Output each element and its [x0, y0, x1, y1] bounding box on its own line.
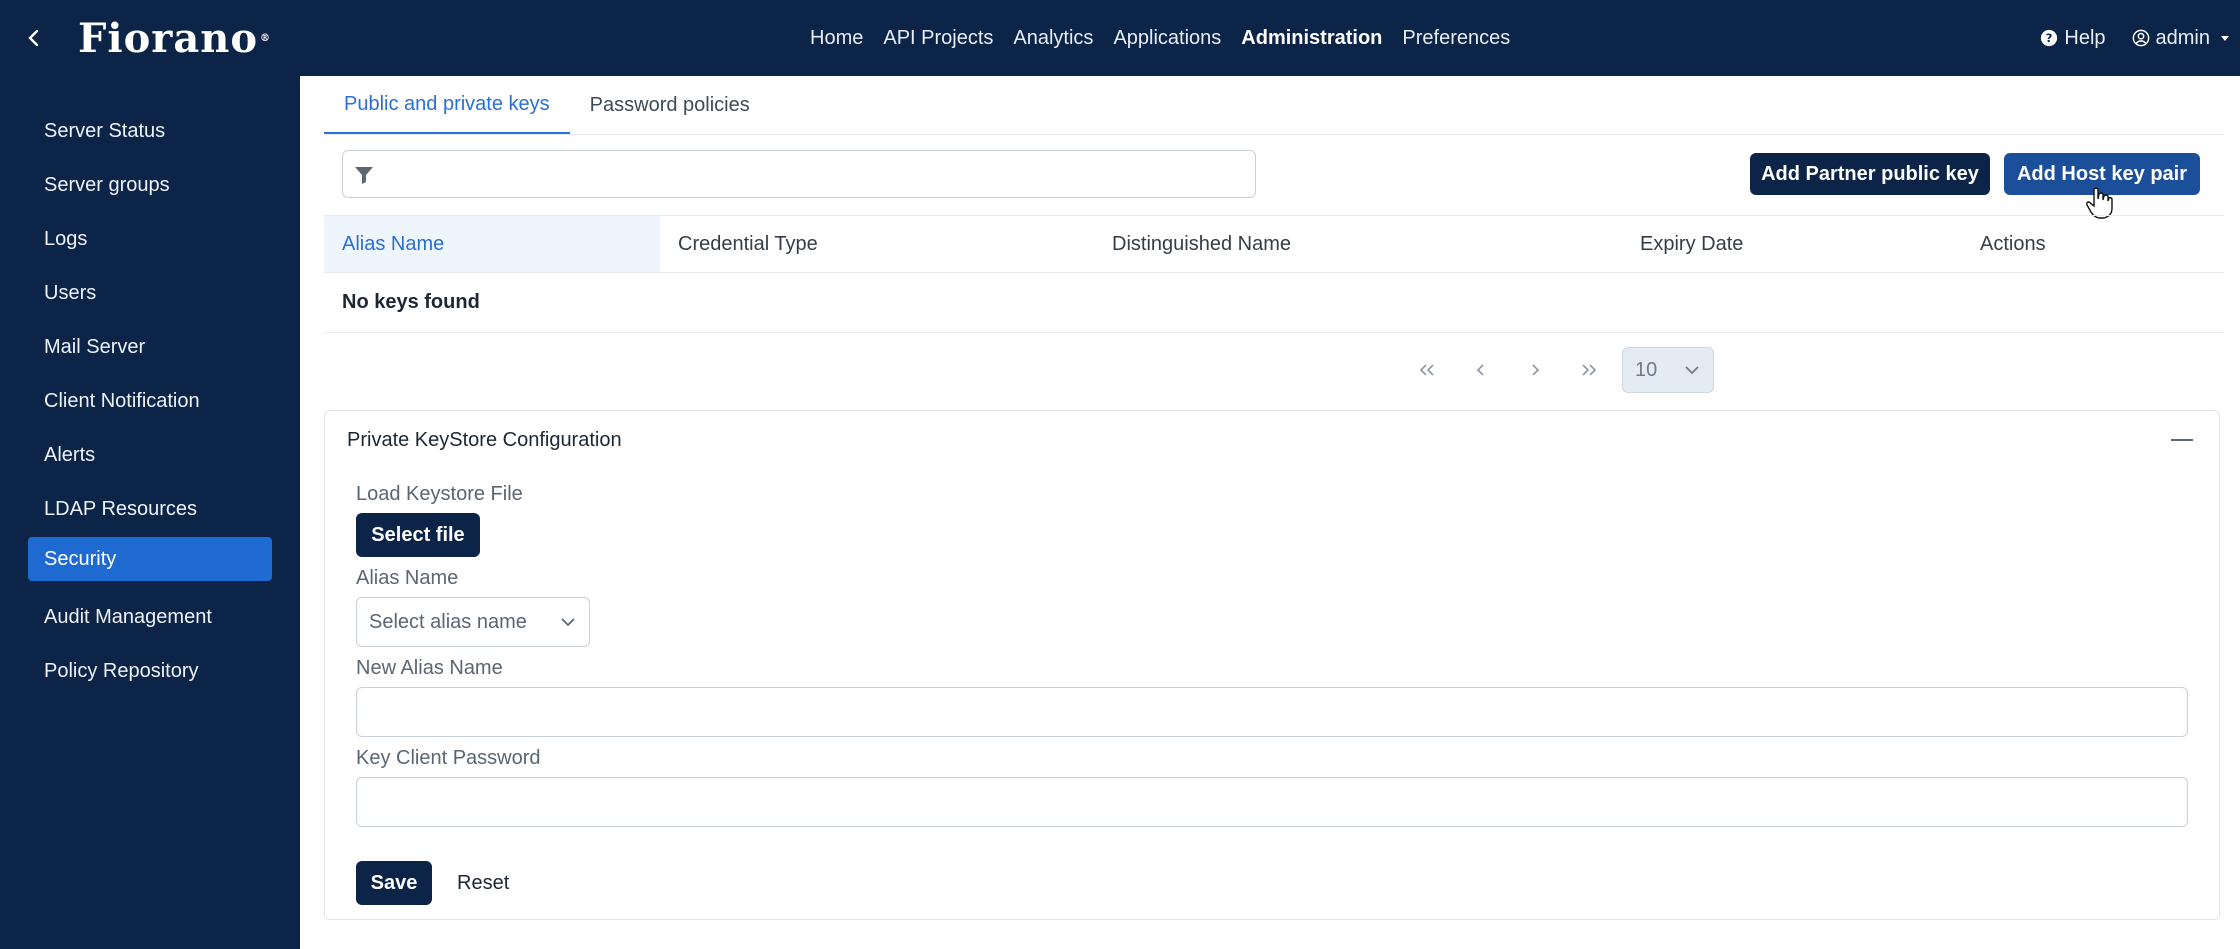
- save-button[interactable]: Save: [356, 861, 432, 905]
- new-alias-name-label: New Alias Name: [356, 657, 503, 679]
- reset-button[interactable]: Reset: [445, 861, 521, 905]
- last-page-button[interactable]: [1562, 346, 1616, 394]
- chevron-right-icon: [1532, 364, 1540, 376]
- tab-password-policies[interactable]: Password policies: [570, 76, 770, 134]
- nav-analytics[interactable]: Analytics: [1003, 27, 1103, 50]
- sidebar-item-policy-repository[interactable]: Policy Repository: [28, 649, 272, 693]
- column-header-expiry-date[interactable]: Expiry Date: [1622, 216, 1962, 272]
- card-title: Private KeyStore Configuration: [347, 429, 622, 451]
- alias-name-label: Alias Name: [356, 567, 459, 589]
- column-header-actions: Actions: [1980, 232, 2046, 255]
- help-link[interactable]: ? Help: [2040, 26, 2106, 50]
- nav-applications[interactable]: Applications: [1103, 27, 1231, 50]
- previous-page-button[interactable]: [1454, 346, 1508, 394]
- sidebar-item-server-groups[interactable]: Server groups: [28, 163, 272, 207]
- help-circle-icon: ?: [2041, 29, 2058, 47]
- top-navigation-bar: Fiorano ® Home API Projects Analytics App…: [0, 0, 2240, 76]
- first-page-button[interactable]: [1400, 346, 1454, 394]
- user-label: admin: [2155, 26, 2210, 49]
- column-header-credential-type[interactable]: Credential Type: [660, 216, 1094, 272]
- tab-bar: Public and private keys Password policie…: [324, 76, 770, 134]
- nav-administration[interactable]: Administration: [1231, 27, 1392, 50]
- sidebar-item-client-notification[interactable]: Client Notification: [28, 379, 272, 423]
- alias-name-placeholder: Select alias name: [369, 610, 527, 633]
- sidebar-item-ldap-resources[interactable]: LDAP Resources: [28, 487, 272, 531]
- empty-table-message: No keys found: [324, 273, 2224, 333]
- column-header-alias-name[interactable]: Alias Name: [324, 216, 660, 272]
- user-circle-icon: [2132, 29, 2149, 47]
- tab-divider: [324, 134, 2224, 135]
- new-alias-name-input[interactable]: [356, 687, 2188, 737]
- filter-icon: [355, 167, 373, 184]
- sidebar-item-logs[interactable]: Logs: [28, 217, 272, 261]
- page-size-select[interactable]: 10: [1622, 347, 1714, 393]
- load-keystore-label: Load Keystore File: [356, 483, 523, 505]
- back-button[interactable]: [14, 18, 54, 58]
- main-nav: Home API Projects Analytics Applications…: [800, 0, 1520, 76]
- minus-icon: [2171, 439, 2193, 441]
- fiorano-logo: Fiorano ®: [78, 14, 271, 62]
- pagination: 10: [1400, 346, 1714, 394]
- main-content: Public and private keys Password policie…: [300, 76, 2240, 949]
- nav-home[interactable]: Home: [800, 27, 873, 50]
- double-chevron-left-icon: [1419, 364, 1434, 376]
- sidebar-item-alerts[interactable]: Alerts: [28, 433, 272, 477]
- chevron-left-icon: [1476, 364, 1484, 376]
- logo-text: Fiorano: [78, 14, 259, 62]
- sidebar: Server Status Server groups Logs Users M…: [0, 76, 300, 949]
- double-chevron-right-icon: [1582, 364, 1597, 376]
- sidebar-item-audit-management[interactable]: Audit Management: [28, 595, 272, 639]
- tab-public-private-keys[interactable]: Public and private keys: [324, 76, 570, 134]
- key-client-password-input[interactable]: [356, 777, 2188, 827]
- user-menu[interactable]: admin: [2132, 27, 2230, 50]
- select-file-button[interactable]: Select file: [356, 513, 480, 557]
- page-size-value: 10: [1635, 358, 1658, 381]
- sidebar-item-security[interactable]: Security: [28, 537, 272, 581]
- add-partner-public-key-button[interactable]: Add Partner public key: [1750, 153, 1990, 195]
- svg-text:?: ?: [2046, 31, 2053, 45]
- caret-down-icon: [2221, 36, 2229, 41]
- logo-trademark: ®: [260, 32, 272, 44]
- sidebar-item-mail-server[interactable]: Mail Server: [28, 325, 272, 369]
- next-page-button[interactable]: [1508, 346, 1562, 394]
- user-nav: ? Help admin: [2040, 0, 2230, 76]
- sidebar-item-server-status[interactable]: Server Status: [28, 109, 272, 153]
- alias-name-select[interactable]: Select alias name: [356, 597, 590, 647]
- table-header-row: Alias Name Credential Type Distinguished…: [324, 215, 2224, 273]
- nav-api-projects[interactable]: API Projects: [873, 27, 1003, 50]
- nav-preferences[interactable]: Preferences: [1392, 27, 1520, 50]
- chevron-down-icon: [561, 618, 575, 627]
- filter-box: [342, 150, 1256, 198]
- private-keystore-card: Private KeyStore Configuration Load Keys…: [324, 410, 2220, 920]
- key-client-password-label: Key Client Password: [356, 747, 541, 769]
- filter-input[interactable]: [385, 157, 1249, 193]
- chevron-left-icon: [28, 29, 39, 47]
- sidebar-item-users[interactable]: Users: [28, 271, 272, 315]
- column-header-distinguished-name[interactable]: Distinguished Name: [1094, 216, 1622, 272]
- chevron-down-icon: [1685, 366, 1699, 375]
- help-label: Help: [2064, 26, 2106, 49]
